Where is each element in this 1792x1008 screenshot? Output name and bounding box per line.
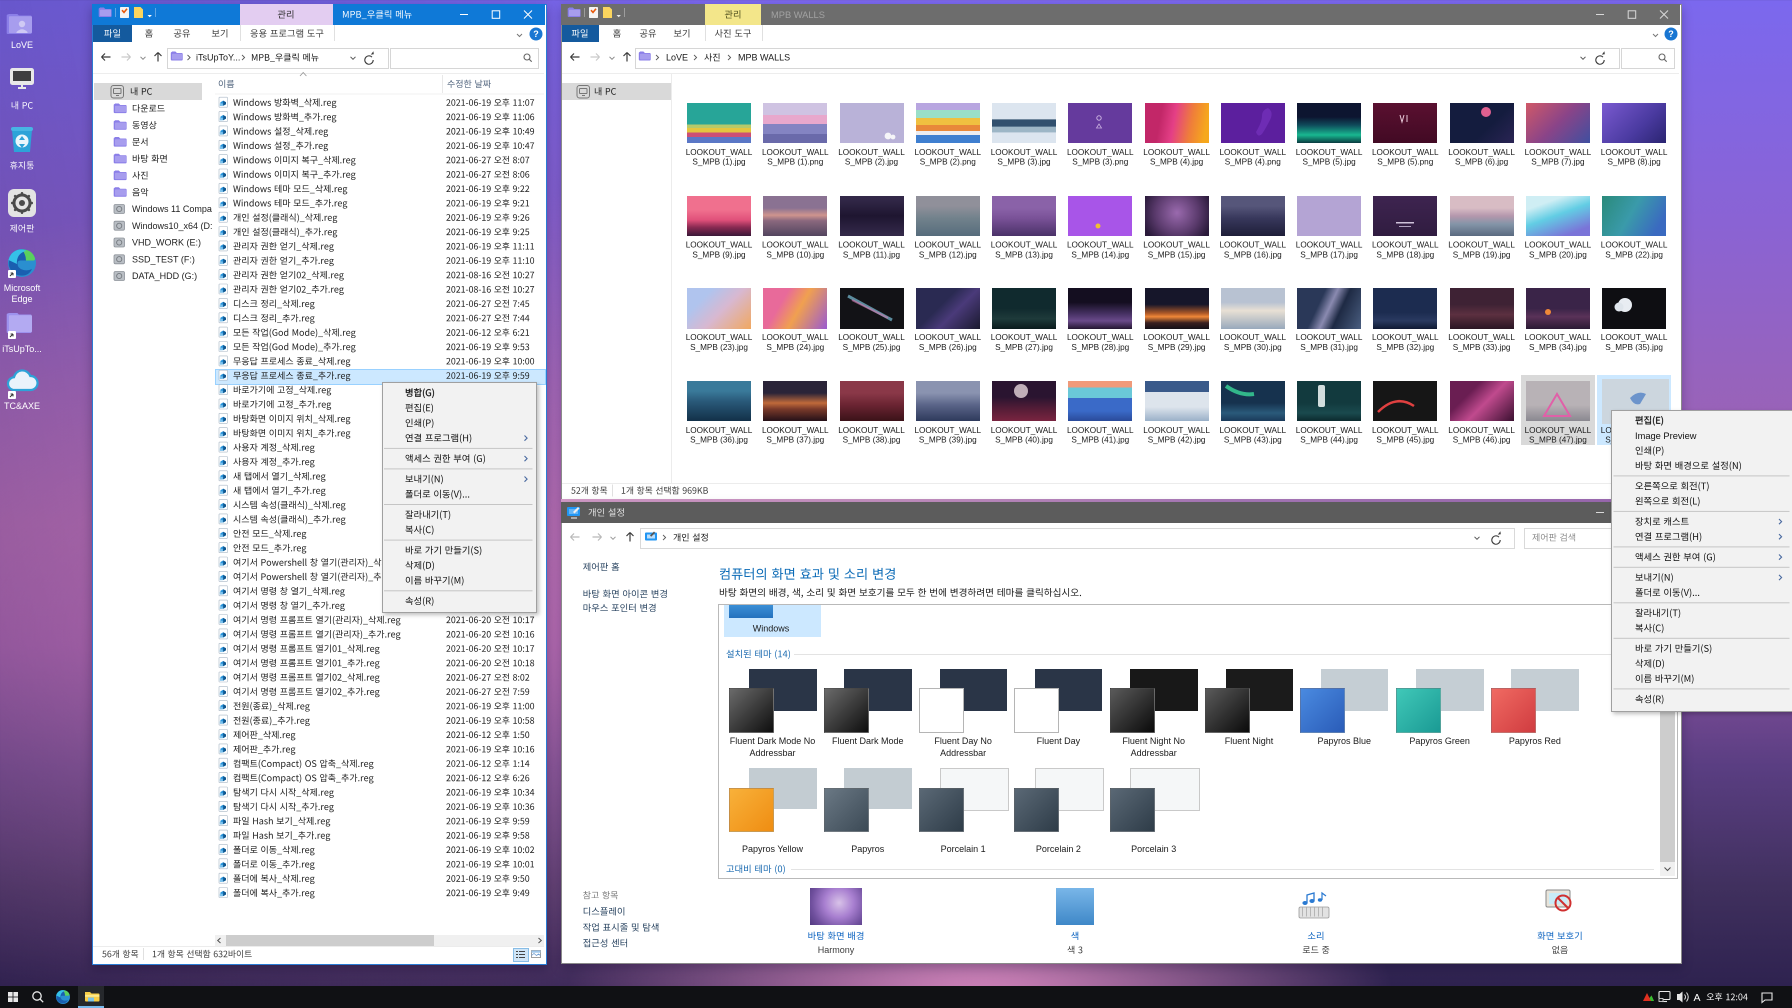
svg-text:LoVE: LoVE: [11, 40, 33, 50]
svg-text:Microsoft: Microsoft: [4, 283, 41, 293]
svg-text:TC&AXE: TC&AXE: [4, 401, 40, 411]
svg-text:iTsUpTo...: iTsUpTo...: [2, 344, 42, 354]
svg-text:Edge: Edge: [11, 294, 32, 304]
